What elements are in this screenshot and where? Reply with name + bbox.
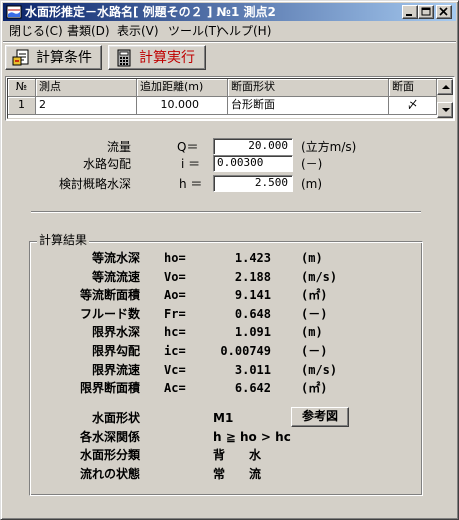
section-grid: № 測点 追加距離(m) 断面形状 断面 1 2 10.000 台形断面 〆 [5, 76, 455, 121]
toolbar-divider [3, 41, 456, 43]
depth-input[interactable]: 2.500 [213, 175, 293, 192]
menu-view[interactable]: 表示(V) [117, 24, 159, 39]
result-value: 6.642 [234, 381, 271, 395]
slope-symbol: i ＝ [181, 157, 201, 171]
result-label: 限界勾配 [91, 344, 140, 358]
reference-figure-button[interactable]: 参考図 [291, 407, 349, 427]
maximize-icon [421, 7, 431, 16]
result-symbol: Ac= [164, 381, 186, 395]
section-grid-inner: № 測点 追加距離(m) 断面形状 断面 1 2 10.000 台形断面 〆 [7, 78, 453, 119]
flow-label: 流量 [106, 140, 131, 154]
app-icon [6, 5, 22, 19]
profile-type-value: M1 [213, 411, 234, 425]
result-label: 限界断面積 [79, 381, 140, 395]
app-window: 水面形推定－水路名[ 例題その２ ] №1 測点2 閉じる(C) 書類(D) 表… [0, 0, 459, 520]
cell-station[interactable]: 2 [36, 97, 137, 115]
result-label: 限界水深 [91, 325, 140, 339]
result-symbol: Fr= [164, 307, 186, 321]
grid-scrollbar[interactable] [437, 79, 453, 118]
slope-label: 水路勾配 [82, 157, 131, 171]
profile-class-value: 背 水 [213, 448, 262, 462]
menu-documents[interactable]: 書類(D) [67, 24, 110, 39]
menu-close[interactable]: 閉じる(C) [9, 24, 63, 39]
result-unit: (㎡) [301, 381, 328, 395]
minimize-button[interactable] [402, 5, 418, 19]
result-symbol: hc= [164, 325, 186, 339]
col-header-distance: 追加距離(m) [137, 79, 228, 97]
flow-unit: (立方m/s) [301, 140, 357, 154]
result-value: 1.423 [234, 251, 271, 265]
result-label: 限界流速 [91, 363, 140, 377]
result-symbol: ho= [164, 251, 186, 265]
maximize-button[interactable] [418, 5, 434, 19]
result-unit: (m/s) [301, 363, 338, 377]
result-unit: (m) [301, 251, 323, 265]
col-header-shape: 断面形状 [228, 79, 389, 97]
result-unit: (－) [301, 307, 328, 321]
depth-relation-value: h ≧ ho > hc [213, 430, 291, 444]
row-header[interactable]: 1 [8, 97, 36, 115]
result-value: 0.00749 [220, 344, 271, 358]
result-unit: (m/s) [301, 270, 338, 284]
result-label: 等流断面積 [79, 288, 140, 302]
profile-class-label: 水面形分類 [79, 448, 140, 462]
flow-symbol: Q＝ [177, 140, 199, 154]
title-bar[interactable]: 水面形推定－水路名[ 例題その２ ] №1 測点2 [3, 3, 456, 21]
flow-state-value: 常 流 [213, 467, 262, 481]
cell-section-picker[interactable]: 〆 [389, 97, 437, 115]
result-value: 0.648 [234, 307, 271, 321]
result-symbol: ic= [164, 344, 186, 358]
section-divider [31, 211, 421, 213]
close-button[interactable] [436, 5, 452, 19]
menu-bar: 閉じる(C) 書類(D) 表示(V) ツール(T) ヘルプ(H) [3, 22, 456, 41]
calc-conditions-label: 計算条件 [36, 50, 92, 66]
depth-relation-label: 各水深関係 [79, 430, 140, 444]
result-value: 9.141 [234, 288, 271, 302]
results-title: 計算結果 [37, 233, 90, 248]
menu-tools[interactable]: ツール(T) [168, 24, 221, 39]
depth-label: 検討概略水深 [58, 177, 131, 191]
slope-unit: (－) [301, 157, 323, 171]
result-unit: (－) [301, 344, 328, 358]
result-unit: (m) [301, 325, 323, 339]
window-title: 水面形推定－水路名[ 例題その２ ] №1 測点2 [25, 5, 276, 19]
result-label: 等流流速 [91, 270, 140, 284]
calculator-icon [117, 49, 131, 67]
slope-input[interactable]: 0.00300 [213, 155, 293, 172]
result-symbol: Vc= [164, 363, 186, 377]
calc-conditions-button[interactable]: 計算条件 [5, 45, 102, 70]
result-value: 1.091 [234, 325, 271, 339]
arrow-up-icon [442, 85, 450, 89]
cell-distance[interactable]: 10.000 [137, 97, 228, 115]
close-icon [439, 7, 448, 16]
minimize-icon [406, 14, 412, 16]
col-header-no: № [8, 79, 36, 97]
profile-type-label: 水面形状 [91, 411, 140, 425]
result-symbol: Vo= [164, 270, 186, 284]
arrow-down-icon [442, 108, 450, 112]
settings-sheet-icon [12, 49, 29, 66]
run-calculation-button[interactable]: 計算実行 [108, 45, 206, 70]
flow-input[interactable]: 20.000 [213, 138, 293, 155]
depth-unit: (m) [301, 177, 323, 191]
result-value: 3.011 [234, 363, 271, 377]
result-symbol: Ao= [164, 288, 186, 302]
result-label: 等流水深 [91, 251, 140, 265]
col-header-station: 測点 [36, 79, 137, 97]
run-calculation-label: 計算実行 [139, 50, 195, 66]
flow-state-label: 流れの状態 [79, 467, 140, 481]
result-unit: (㎡) [301, 288, 328, 302]
menu-help[interactable]: ヘルプ(H) [217, 24, 271, 39]
col-header-section: 断面 [389, 79, 437, 97]
result-value: 2.188 [234, 270, 271, 284]
scroll-up-button[interactable] [437, 79, 453, 95]
scroll-down-button[interactable] [437, 102, 453, 118]
depth-symbol: h ＝ [179, 177, 203, 191]
cell-shape[interactable]: 台形断面 [228, 97, 389, 115]
result-label: フルード数 [79, 307, 140, 321]
